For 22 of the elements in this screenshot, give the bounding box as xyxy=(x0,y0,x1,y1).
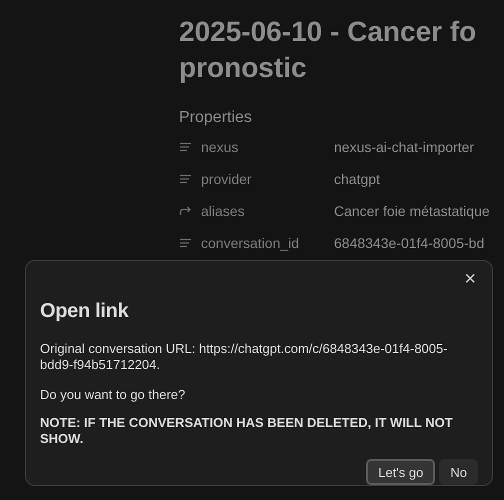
property-name[interactable]: nexus xyxy=(201,139,334,155)
note-title: 2025-06-10 - Cancer fo xyxy=(179,15,478,49)
dialog-text: Original conversation URL: https://chatgpt.com/c/6848343e-01f4-8005-bdd9-f94b51712204. xyxy=(40,341,449,373)
property-value[interactable]: Cancer foie métastatique xyxy=(334,203,490,219)
property-name[interactable]: provider xyxy=(201,171,334,187)
properties-heading: Properties xyxy=(179,109,253,128)
note-title: pronostic xyxy=(179,51,308,85)
dialog-text: Do you want to go there? xyxy=(40,387,186,403)
dialog-title: Open link xyxy=(40,300,130,323)
dialog-text: NOTE: IF THE CONVERSATION HAS BEEN DELETED, IT WILL NOT SHOW. xyxy=(40,415,454,447)
dialog-button[interactable]: Let's go xyxy=(366,459,436,485)
forward-arrow-icon xyxy=(179,206,192,216)
property-value[interactable]: 6848343e-01f4-8005-bd xyxy=(334,235,484,251)
close-button[interactable]: × xyxy=(462,266,478,292)
text-lines-icon xyxy=(179,238,192,248)
property-name[interactable]: aliases xyxy=(201,203,334,219)
text-lines-icon xyxy=(179,142,192,152)
text-lines-icon xyxy=(179,174,192,184)
property-value[interactable]: chatgpt xyxy=(334,171,380,187)
property-name[interactable]: conversation_id xyxy=(201,235,334,251)
dialog-button[interactable]: No xyxy=(439,459,478,485)
property-value[interactable]: nexus-ai-chat-importer xyxy=(334,139,474,155)
